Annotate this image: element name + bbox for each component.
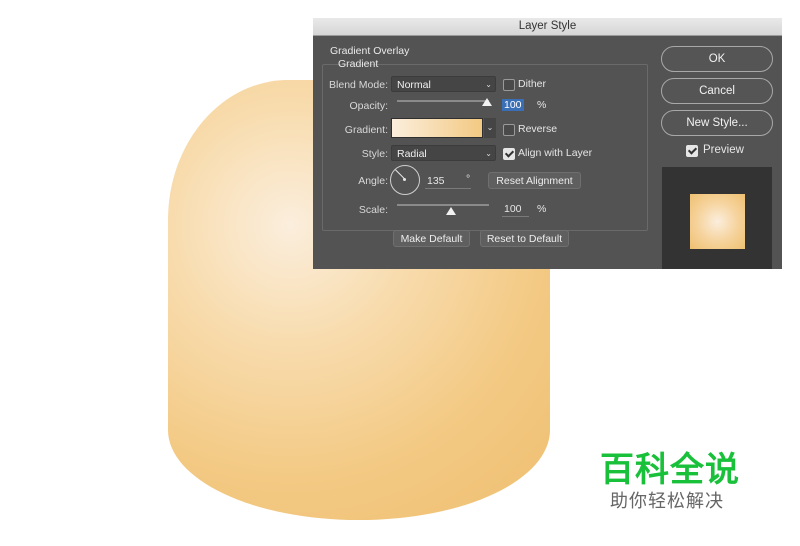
style-select[interactable]: Radial ⌄ [391, 145, 496, 161]
scale-label: Scale: [358, 204, 388, 216]
ok-button[interactable]: OK [661, 46, 773, 72]
cancel-button[interactable]: Cancel [661, 78, 773, 104]
opacity-input[interactable]: 100 [502, 99, 524, 111]
opacity-slider-thumb[interactable] [482, 98, 492, 106]
align-with-layer-label: Align with Layer [518, 147, 593, 159]
preview-label: Preview [703, 144, 744, 156]
scale-unit: % [537, 203, 547, 215]
group-title: Gradient [338, 58, 379, 70]
watermark-subtitle: 助你轻松解决 [610, 491, 724, 512]
blend-mode-label: Blend Mode: [329, 79, 388, 91]
chevron-down-icon: ⌄ [485, 80, 492, 89]
preview-swatch [690, 194, 745, 249]
preview-thumbnail [662, 167, 772, 269]
opacity-slider-track[interactable] [397, 100, 489, 102]
angle-dial[interactable] [390, 165, 420, 195]
gradient-chevron-down-icon[interactable]: ⌄ [484, 118, 496, 138]
align-with-layer-checkbox[interactable] [503, 148, 515, 160]
reverse-label: Reverse [518, 123, 558, 135]
opacity-label: Opacity: [349, 100, 388, 112]
make-default-button[interactable]: Make Default [393, 230, 470, 247]
layer-style-dialog: Layer Style Gradient Overlay Gradient Bl… [313, 18, 782, 269]
reset-alignment-button[interactable]: Reset Alignment [488, 172, 581, 189]
dither-label: Dither [518, 78, 547, 90]
gradient-swatch[interactable] [391, 118, 483, 138]
scale-input-underline [502, 216, 529, 217]
dither-checkbox[interactable] [503, 79, 515, 91]
new-style-button[interactable]: New Style... [661, 110, 773, 136]
opacity-unit: % [537, 99, 547, 111]
reverse-checkbox[interactable] [503, 124, 515, 136]
style-label: Style: [361, 148, 388, 160]
blend-mode-select[interactable]: Normal ⌄ [391, 76, 496, 92]
preview-checkbox[interactable] [686, 145, 698, 157]
angle-input-underline [425, 188, 471, 189]
angle-unit: ° [466, 173, 471, 185]
angle-dial-center [403, 178, 406, 181]
watermark-title: 百科全说 [600, 450, 740, 490]
reset-to-default-button[interactable]: Reset to Default [480, 230, 569, 247]
angle-label: Angle: [358, 175, 388, 187]
dialog-title: Layer Style [313, 18, 782, 36]
chevron-down-icon: ⌄ [485, 149, 492, 158]
style-value: Radial [397, 148, 427, 160]
scale-input[interactable]: 100 [504, 203, 522, 215]
blend-mode-value: Normal [397, 79, 431, 91]
gradient-label: Gradient: [344, 124, 388, 136]
section-title: Gradient Overlay [330, 45, 410, 57]
scale-slider-thumb[interactable] [446, 207, 456, 215]
scale-slider-track[interactable] [397, 204, 489, 206]
angle-input[interactable]: 135 [427, 175, 445, 187]
